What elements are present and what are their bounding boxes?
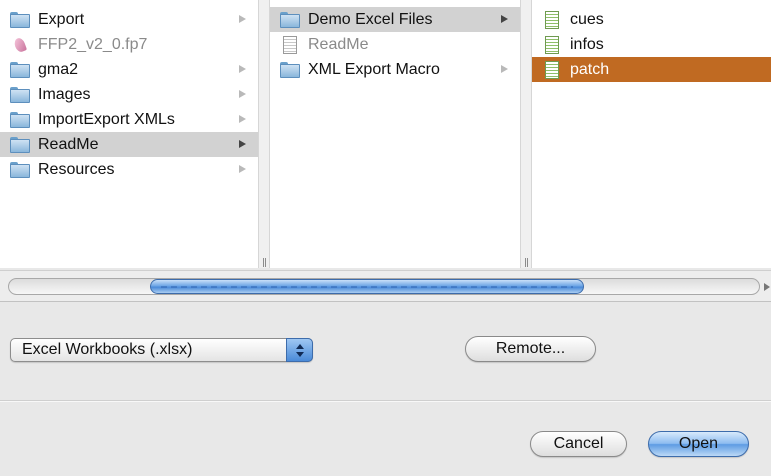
dialog-options-area: Excel Workbooks (.xlsx) Remote... Cancel…: [0, 303, 771, 476]
folder-icon: [10, 136, 30, 153]
item-label: Export: [38, 10, 85, 28]
folder-icon: [10, 86, 30, 103]
remote-button[interactable]: Remote...: [465, 336, 596, 362]
chevron-right-icon: [501, 15, 508, 23]
document-icon: [283, 35, 297, 54]
item-label: infos: [570, 35, 604, 53]
item-label: Resources: [38, 160, 115, 178]
spreadsheet-icon: [545, 35, 559, 54]
chevron-right-icon: [239, 65, 246, 73]
item-label: Images: [38, 85, 91, 103]
file-format-popup[interactable]: Excel Workbooks (.xlsx): [10, 338, 313, 362]
browser-column-2: Demo Excel Files ReadMe XML Export Macro: [270, 0, 520, 268]
item-label: FFP2_v2_0.fp7: [38, 35, 148, 53]
arrow-up-icon: [295, 343, 304, 349]
folder-icon: [10, 11, 30, 28]
cancel-button[interactable]: Cancel: [530, 431, 627, 457]
filemaker-file-icon: [12, 36, 28, 54]
popup-stepper-icon[interactable]: [286, 338, 313, 362]
file-ffp2[interactable]: FFP2_v2_0.fp7: [0, 32, 258, 57]
folder-resources[interactable]: Resources: [0, 157, 258, 182]
horizontal-scrollbar[interactable]: [0, 270, 771, 302]
arrow-down-icon: [295, 351, 304, 357]
folder-gma2[interactable]: gma2: [0, 57, 258, 82]
item-label: XML Export Macro: [308, 60, 440, 78]
item-label: ReadMe: [38, 135, 99, 153]
browser-column-1: Export FFP2_v2_0.fp7 gma2 Images ImportE…: [0, 0, 258, 268]
file-patch[interactable]: patch: [532, 57, 771, 82]
folder-demo-excel-files[interactable]: Demo Excel Files: [270, 7, 520, 32]
grip-icon: [525, 258, 528, 267]
folder-icon: [10, 161, 30, 178]
item-label: gma2: [38, 60, 79, 78]
spreadsheet-icon: [545, 60, 559, 79]
scroll-right-arrow-icon[interactable]: [764, 283, 770, 291]
folder-icon: [280, 11, 300, 28]
file-format-value: Excel Workbooks (.xlsx): [22, 341, 193, 358]
spreadsheet-icon: [545, 10, 559, 29]
open-button[interactable]: Open: [648, 431, 749, 457]
folder-readme[interactable]: ReadMe: [0, 132, 258, 157]
divider: [0, 401, 771, 402]
scrollbar-thumb[interactable]: [150, 279, 584, 294]
folder-icon: [10, 61, 30, 78]
file-infos[interactable]: infos: [532, 32, 771, 57]
chevron-right-icon: [239, 140, 246, 148]
column-resize-handle[interactable]: [258, 0, 270, 268]
item-label: ImportExport XMLs: [38, 110, 175, 128]
chevron-right-icon: [239, 15, 246, 23]
item-label: patch: [570, 60, 610, 78]
folder-images[interactable]: Images: [0, 82, 258, 107]
grip-icon: [263, 258, 266, 267]
file-cues[interactable]: cues: [532, 7, 771, 32]
item-label: cues: [570, 10, 604, 28]
column-resize-handle[interactable]: [520, 0, 532, 268]
folder-importexport-xmls[interactable]: ImportExport XMLs: [0, 107, 258, 132]
chevron-right-icon: [239, 115, 246, 123]
item-label: Demo Excel Files: [308, 10, 433, 28]
folder-icon: [280, 61, 300, 78]
folder-export[interactable]: Export: [0, 7, 258, 32]
file-readme[interactable]: ReadMe: [270, 32, 520, 57]
browser-column-3: cues infos patch: [532, 0, 771, 268]
folder-xml-export-macro[interactable]: XML Export Macro: [270, 57, 520, 82]
column-browser: Export FFP2_v2_0.fp7 gma2 Images ImportE…: [0, 0, 771, 268]
chevron-right-icon: [239, 165, 246, 173]
item-label: ReadMe: [308, 35, 369, 53]
folder-icon: [10, 111, 30, 128]
chevron-right-icon: [239, 90, 246, 98]
chevron-right-icon: [501, 65, 508, 73]
open-file-dialog: Export FFP2_v2_0.fp7 gma2 Images ImportE…: [0, 0, 771, 476]
